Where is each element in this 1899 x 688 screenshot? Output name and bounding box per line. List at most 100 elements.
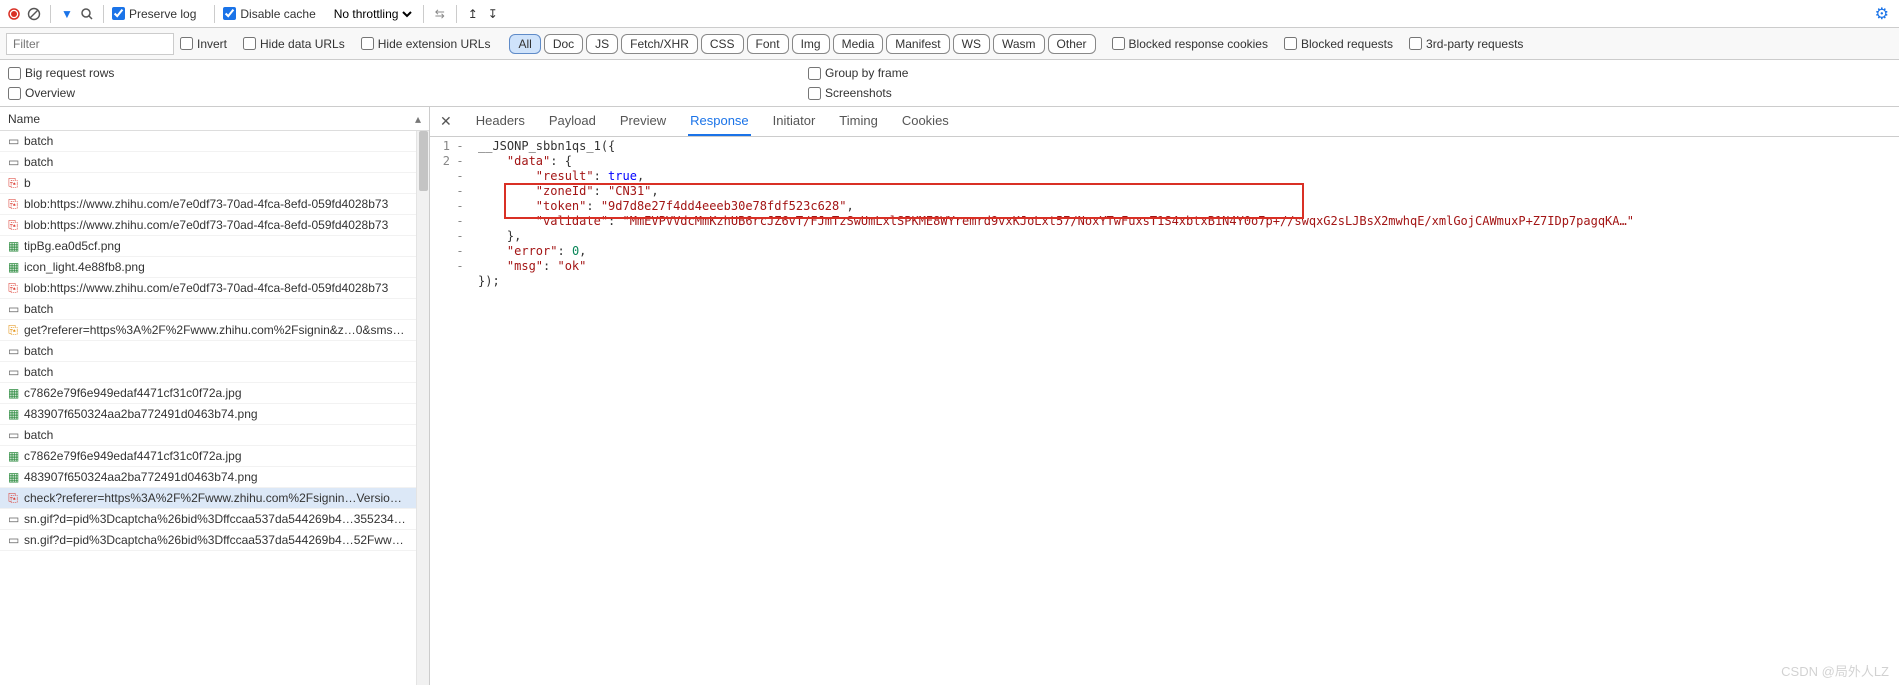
separator <box>423 5 424 23</box>
record-icon[interactable] <box>6 6 22 22</box>
screenshots-checkbox[interactable]: Screenshots <box>808 86 1881 100</box>
img-icon: ▦ <box>8 239 18 253</box>
scrollbar[interactable] <box>416 131 429 685</box>
request-name: batch <box>24 365 53 379</box>
disable-cache-checkbox[interactable]: Disable cache <box>223 7 315 21</box>
tab-preview[interactable]: Preview <box>618 107 668 136</box>
blocked-cookies-checkbox[interactable]: Blocked response cookies <box>1112 37 1268 51</box>
chip-fetchxhr[interactable]: Fetch/XHR <box>621 34 698 54</box>
detail-panel: ✕ Headers Payload Preview Response Initiator… <box>430 107 1899 685</box>
separator <box>214 5 215 23</box>
request-name: tipBg.ea0d5cf.png <box>24 239 121 253</box>
request-row[interactable]: ▭batch <box>0 299 416 320</box>
wifi-icon[interactable]: ⇆ <box>432 6 448 22</box>
filter-bar: Invert Hide data URLs Hide extension URL… <box>0 28 1899 60</box>
preserve-log-checkbox[interactable]: Preserve log <box>112 7 196 21</box>
overview-checkbox[interactable]: Overview <box>8 86 782 100</box>
filter-input[interactable] <box>6 33 174 55</box>
doc-icon: ▭ <box>8 512 18 526</box>
chip-all[interactable]: All <box>509 34 540 54</box>
request-row[interactable]: ⎘blob:https://www.zhihu.com/e7e0df73-70a… <box>0 278 416 299</box>
chip-manifest[interactable]: Manifest <box>886 34 949 54</box>
tab-payload[interactable]: Payload <box>547 107 598 136</box>
chip-doc[interactable]: Doc <box>544 34 583 54</box>
disable-cache-label: Disable cache <box>240 7 315 21</box>
line-numbers: 1 2 <box>430 137 454 685</box>
request-row[interactable]: ▭ batch <box>0 425 416 446</box>
hide-ext-urls-checkbox[interactable]: Hide extension URLs <box>361 37 491 51</box>
chip-ws[interactable]: WS <box>953 34 990 54</box>
request-name: batch <box>24 428 53 442</box>
doc-icon: ▭ <box>8 344 18 358</box>
blocked-requests-checkbox[interactable]: Blocked requests <box>1284 37 1393 51</box>
search-icon[interactable] <box>79 6 95 22</box>
request-name: c7862e79f6e949edaf4471cf31c0f72a.jpg <box>24 449 242 463</box>
chip-media[interactable]: Media <box>833 34 884 54</box>
request-name: blob:https://www.zhihu.com/e7e0df73-70ad… <box>24 197 388 211</box>
third-party-checkbox[interactable]: 3rd-party requests <box>1409 37 1523 51</box>
request-row[interactable]: ▭sn.gif?d=pid%3Dcaptcha%26bid%3Dffccaa53… <box>0 530 416 551</box>
request-name: icon_light.4e88fb8.png <box>24 260 145 274</box>
request-row[interactable]: ▦c7862e79f6e949edaf4471cf31c0f72a.jpg <box>0 446 416 467</box>
doc-icon: ▭ <box>8 365 18 379</box>
upload-icon[interactable]: ↥ <box>465 6 481 22</box>
request-row[interactable]: ⎘ blob:https://www.zhihu.com/e7e0df73-70a… <box>0 194 416 215</box>
request-row[interactable]: ▭batch <box>0 341 416 362</box>
chip-font[interactable]: Font <box>747 34 789 54</box>
close-icon[interactable]: ✕ <box>440 113 452 130</box>
tab-response[interactable]: Response <box>688 107 751 136</box>
doc-icon: ▭ <box>8 302 18 316</box>
name-column-header: Name <box>8 112 40 126</box>
big-rows-checkbox[interactable]: Big request rows <box>8 66 782 80</box>
request-row[interactable]: ▭ sn.gif?d=pid%3Dcaptcha%26bid%3Dffccaa53… <box>0 509 416 530</box>
preserve-log-label: Preserve log <box>129 7 196 21</box>
chip-css[interactable]: CSS <box>701 34 744 54</box>
filter-icon[interactable]: ▼ <box>59 6 75 22</box>
download-icon[interactable]: ↧ <box>485 6 501 22</box>
request-name: b <box>24 176 31 190</box>
request-row[interactable]: ⎘check?referer=https%3A%2F%2Fwww.zhihu.c… <box>0 488 416 509</box>
chip-wasm[interactable]: Wasm <box>993 34 1045 54</box>
tab-timing[interactable]: Timing <box>837 107 880 136</box>
request-row[interactable]: ▭batch <box>0 152 416 173</box>
chip-img[interactable]: Img <box>792 34 830 54</box>
request-row[interactable]: ▦ tipBg.ea0d5cf.png <box>0 236 416 257</box>
hide-data-urls-checkbox[interactable]: Hide data URLs <box>243 37 345 51</box>
request-list-header[interactable]: Name ▴ <box>0 107 429 131</box>
tab-headers[interactable]: Headers <box>474 107 527 136</box>
request-row[interactable]: ▦icon_light.4e88fb8.png <box>0 257 416 278</box>
request-name: batch <box>24 134 53 148</box>
js-bad-icon: ⎘ <box>8 197 18 212</box>
tab-initiator[interactable]: Initiator <box>771 107 818 136</box>
separator <box>50 5 51 23</box>
request-row[interactable]: ▭batch <box>0 131 416 152</box>
request-row[interactable]: ⎘b <box>0 173 416 194</box>
request-row[interactable]: ▦483907f650324aa2ba772491d0463b74.png <box>0 404 416 425</box>
request-row[interactable]: ▦483907f650324aa2ba772491d0463b74.png <box>0 467 416 488</box>
request-row[interactable]: ⎘blob:https://www.zhihu.com/e7e0df73-70a… <box>0 215 416 236</box>
throttling-select[interactable]: No throttling <box>330 6 415 22</box>
tab-cookies[interactable]: Cookies <box>900 107 951 136</box>
request-name: sn.gif?d=pid%3Dcaptcha%26bid%3Dffccaa537… <box>24 512 406 526</box>
request-row[interactable]: ▦c7862e79f6e949edaf4471cf31c0f72a.jpg <box>0 383 416 404</box>
group-frame-checkbox[interactable]: Group by frame <box>808 66 1881 80</box>
request-row[interactable]: ⎘get?referer=https%3A%2F%2Fwww.zhihu.com… <box>0 320 416 341</box>
clear-icon[interactable] <box>26 6 42 22</box>
request-name: sn.gif?d=pid%3Dcaptcha%26bid%3Dffccaa537… <box>24 533 404 547</box>
img-icon: ▦ <box>8 470 18 484</box>
chip-other[interactable]: Other <box>1048 34 1096 54</box>
chip-js[interactable]: JS <box>586 34 618 54</box>
code-content[interactable]: __JSONP_sbbn1qs_1({ "data": { "result": … <box>468 137 1899 685</box>
response-body: 1 2 - - - - - - - - - __JSONP_sbbn1qs_1(… <box>430 137 1899 685</box>
request-name: get?referer=https%3A%2F%2Fwww.zhihu.com%… <box>24 323 404 337</box>
request-name: c7862e79f6e949edaf4471cf31c0f72a.jpg <box>24 386 242 400</box>
scroll-up-icon[interactable]: ▴ <box>415 112 421 126</box>
invert-checkbox[interactable]: Invert <box>180 37 227 51</box>
request-list: ▭ batch ▭ batch ⎘b ⎘ blob:https://www.zhihu.co… <box>0 131 416 685</box>
gear-icon[interactable]: ⚙ <box>1875 4 1893 24</box>
request-name: blob:https://www.zhihu.com/e7e0df73-70ad… <box>24 281 388 295</box>
doc-icon: ▭ <box>8 428 18 442</box>
request-list-panel: Name ▴ ▭ batch ▭ batch ⎘b ⎘ blob:https://www.z… <box>0 107 430 685</box>
request-row[interactable]: ▭ batch <box>0 362 416 383</box>
separator <box>103 5 104 23</box>
